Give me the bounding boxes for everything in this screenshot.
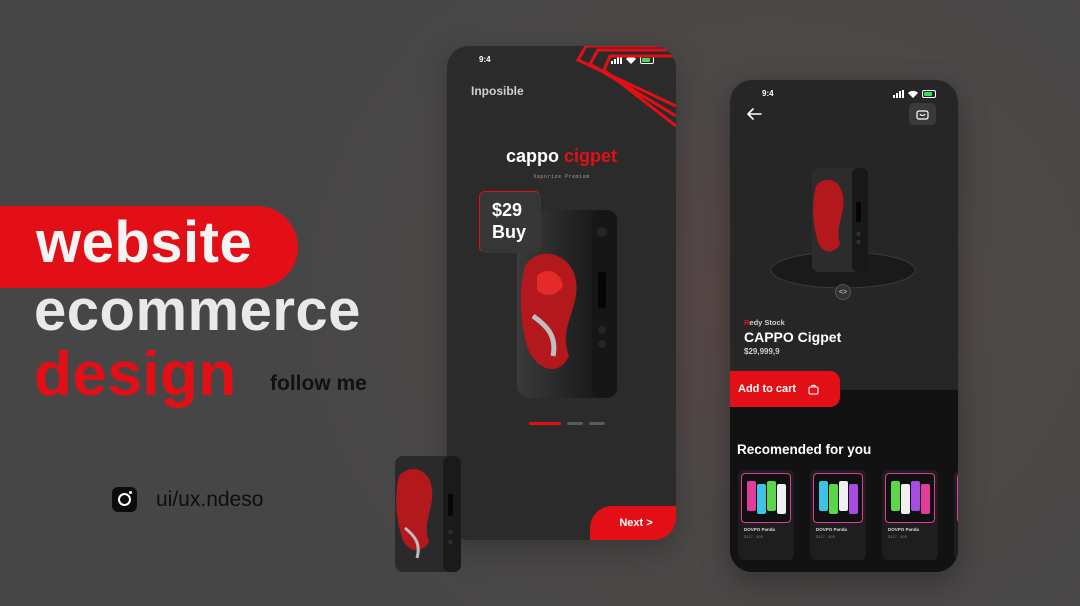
status-time: 9:4: [479, 55, 491, 64]
wifi-icon: [908, 90, 918, 98]
stock-status-rest: edy Stock: [749, 318, 785, 327]
device-color-variant: [819, 481, 828, 511]
status-icons: [893, 89, 936, 99]
product-title: cappo cigpet: [447, 146, 676, 167]
product-price: $29,999,9: [744, 347, 780, 356]
buy-label: Buy: [492, 222, 527, 242]
product-name: CAPPO Cigpet: [744, 329, 842, 345]
device-color-variant: [849, 484, 858, 514]
phone-screen-home: 9:4 Inposible cappo cigpet Vaporize Prem…: [447, 46, 676, 540]
device-color-variant: [757, 484, 766, 514]
bag-button[interactable]: [909, 103, 936, 125]
device-color-variant: [767, 481, 776, 511]
recommended-card[interactable]: DOVPO Panda $317 - $05: [810, 470, 866, 560]
cart-bag-icon: [808, 384, 819, 395]
back-arrow-icon[interactable]: [746, 107, 762, 121]
price-label: $29: [492, 200, 523, 220]
follow-me-text: follow me: [270, 372, 367, 395]
recommended-card-image: [741, 473, 791, 523]
device-color-variant: [829, 484, 838, 514]
recommended-card-name: DOVPO Panda: [888, 527, 920, 532]
next-button[interactable]: Next >: [590, 506, 676, 540]
carousel-dot[interactable]: [567, 422, 583, 425]
headline-line-3: design: [34, 340, 237, 409]
headline-line-2: ecommerce: [34, 278, 361, 343]
status-time: 9:4: [762, 89, 774, 98]
carousel-dot[interactable]: [529, 422, 561, 425]
recommended-card[interactable]: DOVPO Panda $317 - $05: [882, 470, 938, 560]
battery-icon: [922, 90, 936, 98]
product-title-word-1: cappo: [505, 146, 559, 166]
recommended-card-image: [885, 473, 935, 523]
rotate-view-button[interactable]: <>: [835, 284, 851, 300]
recommended-card-price: $317 - $05: [744, 534, 764, 539]
recommended-card-price: $317 - $05: [816, 534, 836, 539]
stock-status: Redy Stock: [744, 318, 785, 327]
brand-name: Inposible: [471, 84, 524, 98]
phone-screen-product-detail: 9:4 <> Redy Stock CAPPO Cigpet $29,999,9…: [730, 80, 958, 572]
vape-device-floating-image: [395, 456, 461, 572]
recommended-card-name: DOVPO Panda: [744, 527, 776, 532]
recommended-card[interactable]: DOVPO Panda $317 - $05: [738, 470, 794, 560]
carousel-dot[interactable]: [589, 422, 605, 425]
code-brackets-icon: <>: [838, 288, 848, 296]
decorative-red-lines: [575, 46, 676, 128]
device-color-variant: [839, 481, 848, 511]
device-color-variant: [891, 481, 900, 511]
instagram-icon[interactable]: [112, 487, 137, 512]
product-subtitle: Vaporize Premium: [533, 174, 590, 180]
price-buy-card[interactable]: $29 Buy: [479, 191, 541, 253]
recommended-card-image: [957, 473, 958, 523]
recommended-list: DOVPO Panda $317 - $05 DOVPO Panda $317 - $…: [738, 470, 958, 560]
product-device-image: [812, 168, 868, 272]
device-color-variant: [921, 484, 930, 514]
recommended-card-price: $317 - $05: [888, 534, 908, 539]
device-color-variant: [777, 484, 786, 514]
device-color-variant: [911, 481, 920, 511]
recommended-card-name: DOVPO Panda: [816, 527, 848, 532]
recommended-card[interactable]: E: [954, 470, 958, 560]
signal-icon: [893, 90, 904, 98]
product-title-word-2: cigpet: [564, 146, 618, 166]
recommended-title: Recomended for you: [737, 442, 872, 457]
add-to-cart-button[interactable]: Add to cart: [730, 371, 840, 407]
carousel-dots: [529, 422, 605, 425]
device-color-variant: [747, 481, 756, 511]
shopping-bag-icon: [916, 109, 929, 120]
recommended-card-image: [813, 473, 863, 523]
headline-line-1: website: [36, 210, 253, 275]
device-color-variant: [901, 484, 910, 514]
instagram-handle[interactable]: ui/ux.ndeso: [156, 488, 263, 512]
add-to-cart-label: Add to cart: [738, 383, 797, 395]
